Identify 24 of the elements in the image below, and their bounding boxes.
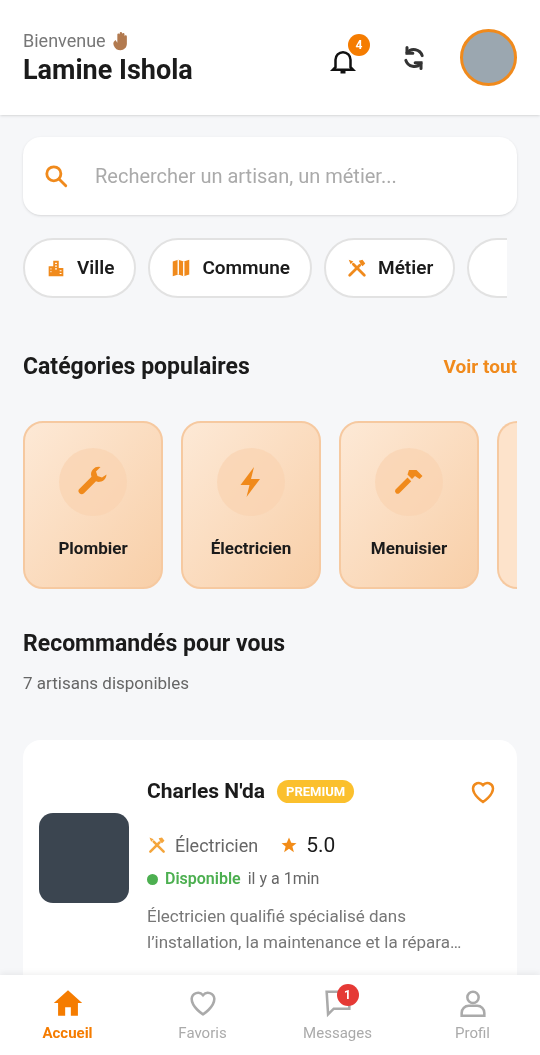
availability-status: Disponible [165,868,241,890]
category-card[interactable]: Menuisier [339,421,479,589]
category-card[interactable]: Électricien [181,421,321,589]
section-subtitle: 7 artisans disponibles [22,672,190,695]
notification-count: 4 [348,33,370,56]
search-input[interactable]: Rechercher un artisan, un métier... [95,160,497,191]
artisan-name: Charles N'da [147,777,265,805]
greeting-text: Bienvenue [23,29,106,54]
artisan-description: Électricien qualifié spécialisé dans l’installation, la maintenance et la répara… [147,905,463,954]
filter-chip[interactable]: Commune [148,237,312,298]
last-seen-text: il y a 1min [247,868,320,890]
message-count: 1 [336,983,359,1006]
section-title: Recommandés pour vous [22,628,287,659]
nav-tab[interactable]: 1 Messages [270,975,405,1055]
category-card[interactable]: Plombier [23,421,163,589]
trade-label: Électricien [175,833,259,858]
search-field[interactable]: Rechercher un artisan, un métier... [23,137,517,215]
filter-chip[interactable]: Ville [23,237,137,298]
artisan-card[interactable]: Charles N'da PREMIUM Électricien 5.0 Disponible il y a 1min Électricien qualifié spécialisé dans l’installation, la maintenance et la répara… [23,739,517,975]
user-name: Lamine Ishola [23,54,194,88]
rating-value: 5.0 [306,831,336,859]
section-title: Catégories populaires [23,351,250,382]
premium-badge: PREMIUM [277,779,355,804]
filter-chip[interactable]: Métier [324,237,456,298]
